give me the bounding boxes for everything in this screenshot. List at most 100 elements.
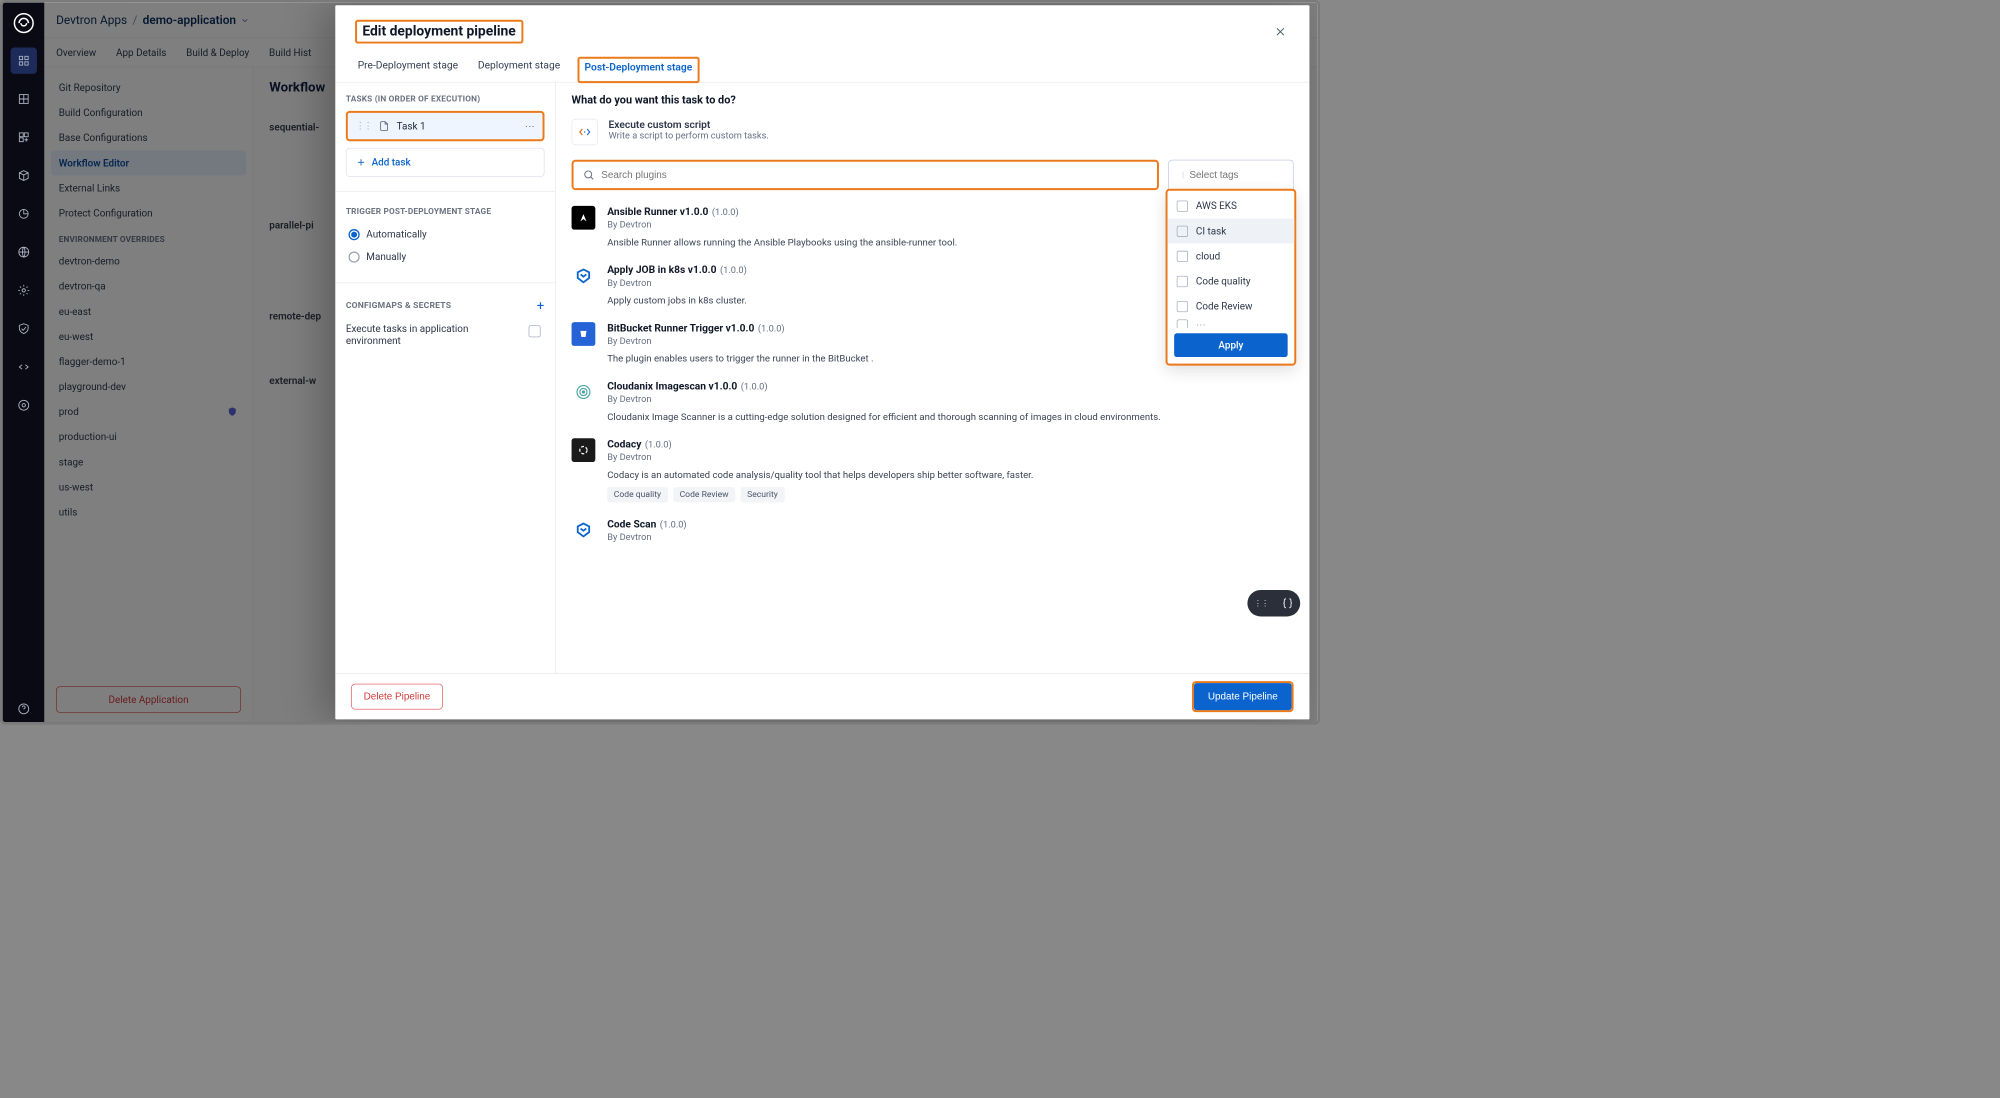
nav-chart-icon[interactable] (10, 201, 36, 227)
plugin-tag: Code Review (673, 487, 735, 502)
plugin-icon (572, 518, 596, 542)
trigger-option-label: Automatically (366, 228, 426, 240)
file-icon (378, 120, 390, 132)
radio-unselected-icon (348, 251, 359, 262)
add-configmap-button[interactable]: + (537, 298, 545, 314)
nav-grid-icon[interactable] (10, 86, 36, 112)
plugin-name: Ansible Runner v1.0.0 (607, 206, 708, 218)
nav-code-icon[interactable] (10, 354, 36, 380)
plugin-version: (1.0.0) (720, 265, 747, 276)
tag-option[interactable]: Code Review (1168, 294, 1295, 319)
checkbox-icon (1177, 276, 1188, 287)
modal-footer: Delete Pipeline Update Pipeline (335, 673, 1309, 719)
plugin-version: (1.0.0) (741, 381, 768, 392)
nav-globe-icon[interactable] (10, 239, 36, 265)
task-more-icon[interactable]: ⋯ (525, 120, 535, 132)
nav-help-icon[interactable] (10, 696, 36, 722)
tags-select-input[interactable] (1189, 169, 1309, 180)
trigger-option-auto[interactable]: Automatically (346, 223, 545, 245)
tag-option[interactable]: CI task (1168, 218, 1295, 243)
plugin-icon (572, 264, 596, 288)
task-label: Task 1 (397, 120, 426, 132)
plugin-author: By Devtron (607, 532, 1264, 543)
tags-apply-button[interactable]: Apply (1174, 333, 1288, 357)
search-plugins-input[interactable] (601, 169, 1147, 180)
nav-gear-icon[interactable] (10, 277, 36, 303)
nav-settings-icon[interactable] (10, 392, 36, 418)
plugin-version: (1.0.0) (660, 519, 687, 530)
plugin-name: Cloudanix Imagescan v1.0.0 (607, 380, 737, 392)
tag-option-label: CI task (1196, 225, 1226, 237)
checkbox-icon (1177, 301, 1188, 312)
script-subtitle: Write a script to perform custom tasks. (609, 131, 769, 142)
nav-cube-icon[interactable] (10, 162, 36, 188)
plugin-description: Cloudanix Image Scanner is a cutting-edg… (607, 411, 1264, 422)
exec-env-label: Execute tasks in application environment (346, 323, 522, 347)
plugin-name: BitBucket Runner Trigger v1.0.0 (607, 322, 754, 334)
tab-deployment[interactable]: Deployment stage (475, 57, 563, 82)
plugin-tag: Security (740, 487, 784, 502)
plugin-version: (1.0.0) (758, 323, 785, 334)
tag-option[interactable]: cloud (1168, 244, 1295, 269)
app-logo[interactable] (11, 11, 36, 36)
plugin-icon (572, 206, 596, 230)
delete-pipeline-button[interactable]: Delete Pipeline (351, 684, 443, 710)
tags-select-trigger[interactable]: | (1168, 160, 1293, 190)
plugin-icon (572, 322, 596, 346)
configmaps-header: CONFIGMAPS & SECRETS (346, 301, 451, 311)
drag-handle-icon[interactable]: ⋮⋮ (356, 121, 372, 132)
tag-option-label: cloud (1196, 250, 1220, 262)
checkbox-icon (1177, 319, 1188, 328)
plugin-description: Codacy is an automated code analysis/qua… (607, 469, 1264, 480)
checkbox-icon (1177, 250, 1188, 261)
execute-custom-script-option[interactable]: Execute custom script Write a script to … (572, 119, 1294, 145)
floating-widget[interactable]: ⋮⋮ (1247, 590, 1300, 616)
add-task-label: Add task (372, 156, 411, 168)
search-icon (583, 169, 595, 181)
modal-right-pane: What do you want this task to do? Execut… (556, 83, 1310, 674)
tag-option[interactable]: ⋯ (1168, 319, 1295, 328)
plugin-item[interactable]: Apply JOB in k8s v1.0.0 (1.0.0) By Devtr… (572, 264, 1265, 306)
plugin-tags: Code quality Code Review Security (607, 487, 1264, 502)
plugin-item[interactable]: Codacy (1.0.0) By Devtron Codacy is an a… (572, 438, 1265, 502)
update-pipeline-button[interactable]: Update Pipeline (1194, 683, 1292, 710)
drag-handle-icon: ⋮⋮ (1254, 598, 1269, 608)
modal-title: Edit deployment pipeline (355, 20, 523, 44)
plugin-name: Code Scan (607, 518, 656, 530)
modal-close-button[interactable] (1271, 22, 1289, 40)
plugin-icon (572, 380, 596, 404)
plugin-item[interactable]: BitBucket Runner Trigger v1.0.0 (1.0.0) … (572, 322, 1265, 364)
plugin-author: By Devtron (607, 452, 1264, 463)
modal-left-pane: TASKS (IN ORDER OF EXECUTION) ⋮⋮ Task 1 … (335, 83, 555, 674)
nav-apps-icon[interactable] (10, 48, 36, 74)
tag-option-label: ⋯ (1196, 319, 1206, 328)
plugin-tag: Code quality (607, 487, 668, 502)
plugin-item[interactable]: Code Scan (1.0.0) By Devtron (572, 518, 1265, 542)
plugin-name: Apply JOB in k8s v1.0.0 (607, 264, 716, 276)
tag-option-label: AWS EKS (1196, 200, 1237, 212)
tag-option-label: Code Review (1196, 300, 1253, 312)
exec-env-checkbox[interactable] (529, 325, 541, 337)
trigger-option-manual[interactable]: Manually (346, 246, 545, 268)
tag-option-label: Code quality (1196, 275, 1251, 287)
checkbox-icon (1177, 200, 1188, 211)
nav-plus-grid-icon[interactable] (10, 124, 36, 150)
tab-post-deployment[interactable]: Post-Deployment stage (577, 57, 699, 83)
plugin-list: Ansible Runner v1.0.0 (1.0.0) By Devtron… (572, 206, 1265, 543)
script-title: Execute custom script (609, 119, 769, 131)
tag-option[interactable]: Code quality (1168, 269, 1295, 294)
search-plugins-field[interactable] (572, 160, 1159, 190)
edit-deployment-pipeline-modal: Edit deployment pipeline Pre-Deployment … (335, 5, 1309, 719)
add-task-button[interactable]: Add task (346, 148, 545, 177)
tab-pre-deployment[interactable]: Pre-Deployment stage (355, 57, 461, 82)
nav-shield-icon[interactable] (10, 315, 36, 341)
plugin-name: Codacy (607, 438, 641, 450)
plus-icon (356, 157, 367, 168)
trigger-option-label: Manually (366, 251, 406, 263)
plugin-item[interactable]: Cloudanix Imagescan v1.0.0 (1.0.0) By De… (572, 380, 1265, 422)
script-icon (572, 119, 598, 145)
plugin-icon (572, 438, 596, 462)
task-item[interactable]: ⋮⋮ Task 1 ⋯ (346, 111, 545, 141)
tag-option[interactable]: AWS EKS (1168, 193, 1295, 218)
plugin-item[interactable]: Ansible Runner v1.0.0 (1.0.0) By Devtron… (572, 206, 1265, 248)
